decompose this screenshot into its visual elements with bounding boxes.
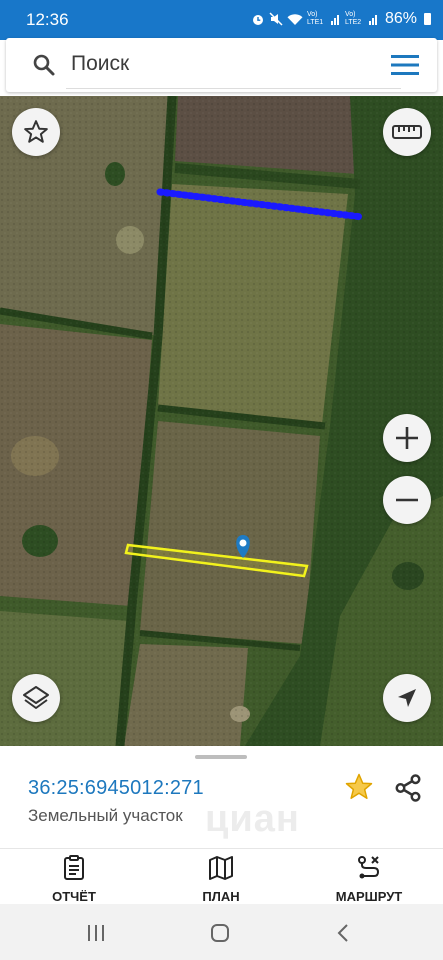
parcel-type: Земельный участок xyxy=(28,806,183,825)
ruler-button[interactable] xyxy=(383,108,431,156)
nav-route[interactable]: МАРШРУТ xyxy=(314,855,424,904)
parcel-info-sheet[interactable]: циан 36:25:6945012:271 Земельный участок xyxy=(0,746,443,848)
system-navigation-bar xyxy=(0,904,443,960)
map-imagery[interactable] xyxy=(0,96,443,746)
my-location-button[interactable] xyxy=(383,674,431,722)
battery-icon xyxy=(424,13,431,25)
sim2-label: Vo) LTE2 xyxy=(344,11,362,26)
battery-percent: 86% xyxy=(384,10,417,27)
favorites-button[interactable] xyxy=(12,108,60,156)
home-icon[interactable] xyxy=(210,923,230,943)
satellite-map[interactable] xyxy=(0,96,443,746)
ruler-icon xyxy=(392,125,422,139)
share-icon[interactable] xyxy=(393,773,423,803)
map-plan-icon xyxy=(209,856,233,880)
minus-icon xyxy=(396,498,418,502)
zoom-in-button[interactable] xyxy=(383,414,431,462)
report-clipboard-icon xyxy=(64,855,84,880)
layers-icon xyxy=(23,686,49,709)
zoom-out-button[interactable] xyxy=(383,476,431,524)
route-icon xyxy=(358,856,380,879)
cadastral-number: 36:25:6945012:271 xyxy=(28,777,204,799)
nav-plan[interactable]: ПЛАН xyxy=(166,855,276,904)
signal1-icon xyxy=(330,15,339,25)
status-time: 12:36 xyxy=(26,10,69,29)
plus-icon xyxy=(396,427,418,449)
star-favorite-icon[interactable] xyxy=(344,772,374,802)
status-icons: Vo) LTE1 Vo) LTE2 86% xyxy=(251,10,431,28)
mute-icon xyxy=(269,12,283,26)
search-icon[interactable] xyxy=(32,53,56,77)
search-underline xyxy=(66,88,401,89)
nav-report-label: ОТЧЁТ xyxy=(52,889,96,904)
cian-watermark: циан xyxy=(205,798,300,840)
alarm-icon xyxy=(252,15,263,25)
signal2-icon xyxy=(368,15,377,25)
bottom-navigation: ОТЧЁТ ПЛАН МАРШРУТ xyxy=(0,848,443,905)
navigation-arrow-icon xyxy=(398,689,416,707)
nav-plan-label: ПЛАН xyxy=(202,889,240,904)
search-input[interactable]: Поиск xyxy=(71,52,129,76)
menu-icon[interactable] xyxy=(391,54,419,76)
nav-report[interactable]: ОТЧЁТ xyxy=(19,855,129,904)
star-outline-icon xyxy=(24,120,48,143)
layers-button[interactable] xyxy=(12,674,60,722)
wifi-icon xyxy=(287,13,303,25)
sheet-drag-handle[interactable] xyxy=(195,755,247,759)
sim1-label: Vo) LTE1 xyxy=(306,11,324,26)
search-bar[interactable]: Поиск xyxy=(6,38,437,92)
back-icon[interactable] xyxy=(336,923,350,943)
recent-apps-icon[interactable] xyxy=(86,924,106,942)
status-bar: 12:36 Vo) LTE1 Vo) LTE2 86% xyxy=(0,0,443,40)
nav-route-label: МАРШРУТ xyxy=(335,889,403,904)
